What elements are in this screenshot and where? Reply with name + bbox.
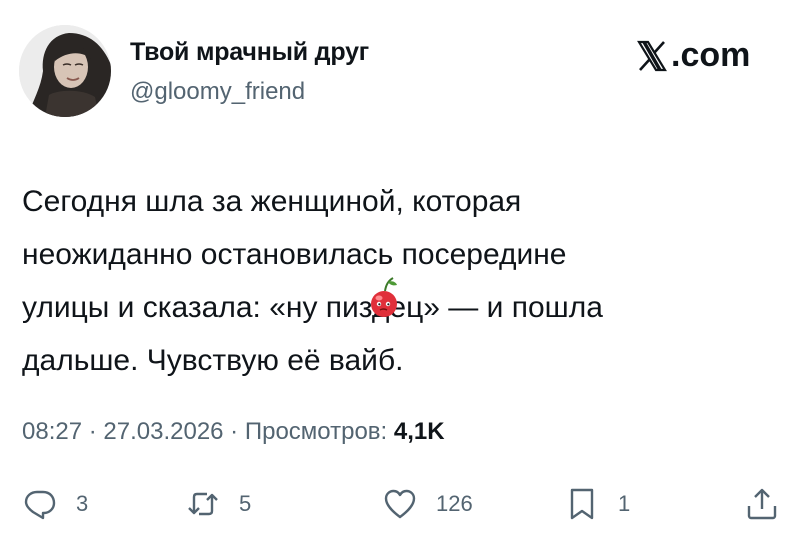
meta-separator: ·: [223, 418, 245, 445]
tweet-line-4: дальше. Чувствую её вайб.: [22, 344, 404, 377]
tweet-line-2: неожиданно остановилась посередине: [22, 238, 567, 271]
x-brand-logo: .com: [635, 36, 750, 75]
share-icon: [747, 488, 777, 520]
share-button[interactable]: [744, 486, 780, 522]
heart-icon: [384, 489, 416, 519]
like-count: 126: [436, 491, 473, 516]
tweet-text: Сегодня шла за женщиной, которая неожида…: [22, 175, 782, 387]
repost-button[interactable]: 5: [185, 486, 251, 522]
bookmark-icon: [570, 488, 594, 520]
tweet-line-3-end: ец» — и пошла: [389, 291, 603, 324]
reply-icon: [24, 490, 56, 520]
reply-count: 3: [76, 491, 89, 516]
repost-count: 5: [239, 491, 252, 516]
avatar-photo: [19, 25, 111, 117]
tweet-line-1: Сегодня шла за женщиной, которая: [22, 185, 522, 218]
cherry-icon: [370, 277, 397, 317]
avatar[interactable]: [19, 25, 111, 117]
bookmark-count: 1: [618, 491, 631, 516]
meta-separator: ·: [82, 418, 104, 445]
tweet-date[interactable]: 27.03.2026: [103, 418, 223, 445]
x-brand-domain: .com: [671, 36, 751, 74]
tweet-meta: 08:27 · 27.03.2026 · Просмотров: 4,1K: [22, 418, 445, 446]
author-handle[interactable]: @gloomy_friend: [130, 78, 305, 106]
tweet-line-3: улицы и сказала: «ну пизд ец» — и пошла: [22, 277, 782, 334]
views-count[interactable]: 4,1K: [394, 418, 445, 445]
like-button[interactable]: 126: [382, 486, 473, 522]
bookmark-button[interactable]: 1: [564, 486, 630, 522]
x-logo-icon: [637, 40, 667, 71]
repost-icon: [188, 492, 218, 516]
censored-letter: д: [370, 277, 397, 324]
views-label: Просмотров:: [244, 418, 394, 445]
author-display-name[interactable]: Твой мрачный друг: [130, 38, 369, 67]
tweet-time[interactable]: 08:27: [22, 418, 82, 445]
tweet-line-3-start: улицы и сказала: «ну пиз: [22, 291, 372, 324]
reply-button[interactable]: 3: [22, 486, 88, 522]
